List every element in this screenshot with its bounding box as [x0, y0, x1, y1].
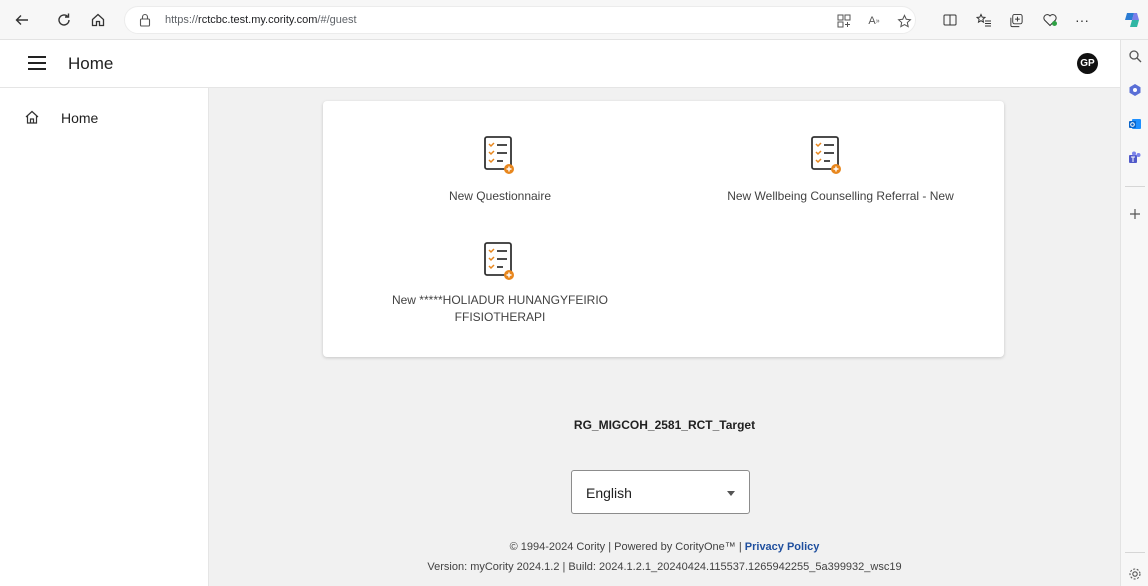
footer-copyright: © 1994-2024 Cority | Powered by CorityOn…: [209, 541, 1120, 553]
side-panel-divider: [1125, 186, 1145, 187]
tile-new-questionnaire[interactable]: New Questionnaire: [323, 101, 677, 221]
outlook-icon[interactable]: [1127, 116, 1143, 132]
home-browser-button[interactable]: [86, 8, 110, 32]
tile-label-line1: New *****HOLIADUR HUNANGYFEIRIO: [391, 293, 609, 307]
menu-hamburger-icon[interactable]: [28, 56, 46, 72]
footer-version: Version: myCority 2024.1.2 | Build: 2024…: [427, 561, 902, 573]
checklist-add-icon: [484, 136, 514, 174]
tile-label: New Questionnaire: [448, 189, 552, 203]
avatar[interactable]: GP: [1077, 53, 1098, 74]
checklist-add-icon: [484, 242, 514, 280]
left-navigation: Home: [0, 88, 209, 586]
privacy-policy-link[interactable]: Privacy Policy: [745, 541, 820, 553]
address-bar[interactable]: https://rctcbc.test.my.cority.com/#/gues…: [124, 6, 916, 34]
lock-icon: [139, 13, 151, 27]
page-title: Home: [68, 54, 114, 73]
teams-icon[interactable]: [1127, 150, 1143, 166]
home-icon: [25, 110, 39, 124]
language-select[interactable]: English: [571, 470, 750, 514]
favorites-list-icon[interactable]: [974, 10, 994, 30]
back-arrow-icon: [15, 15, 28, 25]
browser-toolbar: https://rctcbc.test.my.cority.com/#/gues…: [0, 0, 1148, 40]
tile-label: New Wellbeing Counselling Referral - New: [727, 189, 954, 203]
home-icon: [91, 13, 105, 27]
site-name: RG_MIGCOH_2581_RCT_Target: [573, 418, 756, 432]
back-button[interactable]: [10, 8, 34, 32]
dropdown-arrow-icon: [727, 491, 735, 496]
url-text: https://rctcbc.test.my.cority.com/#/gues…: [165, 14, 357, 26]
app-available-icon[interactable]: [835, 13, 853, 29]
url-prefix: https://: [165, 14, 199, 26]
main-content: New Questionnaire New Wellbeing Counsell…: [209, 88, 1120, 586]
nav-item-label: Home: [61, 110, 99, 126]
refresh-button[interactable]: [52, 8, 76, 32]
split-screen-icon[interactable]: [940, 10, 960, 30]
forms-card: New Questionnaire New Wellbeing Counsell…: [323, 101, 1004, 357]
nav-item-home[interactable]: Home: [0, 104, 209, 132]
extensions-heart-icon[interactable]: [1040, 10, 1060, 30]
refresh-icon: [58, 13, 70, 26]
search-icon[interactable]: [1127, 48, 1143, 64]
tile-label-line2: FFISIOTHERAPI: [454, 310, 546, 324]
url-host: rctcbc.test.my.cority.com: [198, 14, 318, 26]
app-header: Home GP: [0, 40, 1120, 88]
favorite-star-icon[interactable]: [895, 13, 913, 29]
checklist-add-icon: [811, 136, 841, 174]
more-menu-icon[interactable]: ···: [1072, 10, 1092, 30]
url-path: /#/guest: [317, 14, 357, 26]
copilot-icon[interactable]: [1122, 10, 1142, 30]
tile-new-wellbeing-referral[interactable]: New Wellbeing Counselling Referral - New: [677, 101, 1004, 221]
shopping-icon[interactable]: [1127, 82, 1143, 98]
read-aloud-icon[interactable]: A»: [865, 13, 883, 29]
side-panel-divider-bottom: [1125, 552, 1145, 553]
collections-icon[interactable]: [1006, 10, 1026, 30]
tile-new-physiotherapy-referral[interactable]: New *****HOLIADUR HUNANGYFEIRIO FFISIOTH…: [323, 227, 677, 347]
settings-gear-icon[interactable]: [1127, 566, 1143, 582]
add-plus-icon[interactable]: [1127, 206, 1143, 222]
language-selected-value: English: [586, 485, 632, 501]
tile-label: New *****HOLIADUR HUNANGYFEIRIO FFISIOTH…: [323, 292, 677, 326]
copyright-text: © 1994-2024 Cority | Powered by CorityOn…: [509, 541, 745, 553]
browser-side-panel: [1120, 40, 1148, 586]
